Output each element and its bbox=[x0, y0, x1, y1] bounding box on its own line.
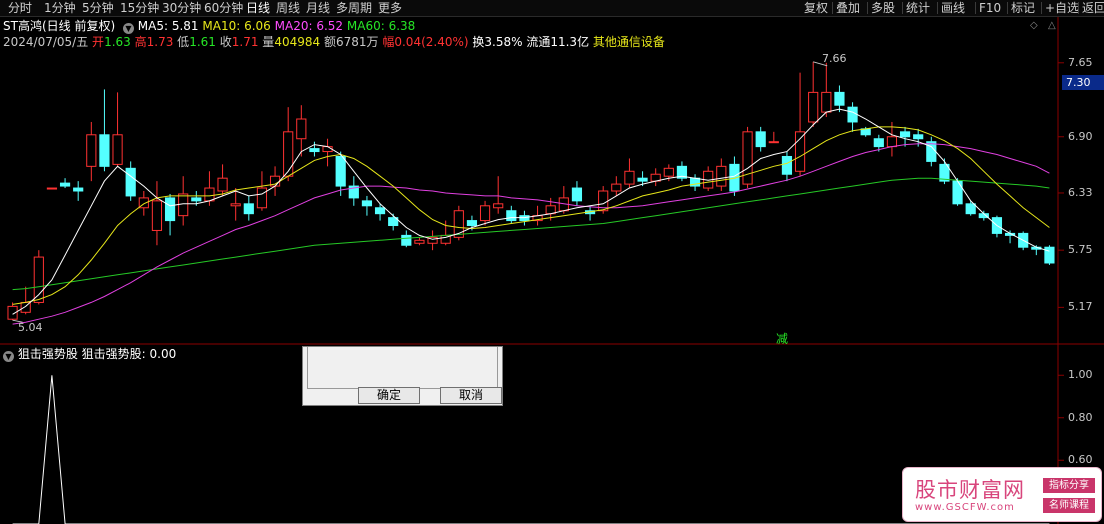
candle-body bbox=[283, 131, 294, 177]
current-price-tag: 7.30 bbox=[1062, 75, 1104, 90]
candle-body bbox=[309, 148, 320, 153]
candle-body bbox=[794, 131, 806, 172]
confirm-dialog: 确定 取消 bbox=[302, 346, 503, 406]
candle-body bbox=[755, 131, 766, 148]
candle-body bbox=[256, 187, 268, 209]
candle-body bbox=[952, 180, 963, 205]
indicator-tick-label: 1.00 bbox=[1068, 368, 1093, 382]
candle-body bbox=[926, 141, 937, 162]
candle-body bbox=[178, 193, 189, 217]
candle-body bbox=[151, 200, 163, 231]
candle-body bbox=[847, 106, 858, 123]
candle-body bbox=[637, 177, 648, 182]
candle-body bbox=[401, 234, 412, 246]
candle-body bbox=[571, 187, 583, 202]
cancel-button[interactable]: 取消 bbox=[440, 387, 502, 404]
watermark-logo: 股市财富网 www.GSCFW.com 指标分享 名师课程 bbox=[902, 467, 1102, 522]
candle-body bbox=[899, 131, 911, 138]
candle-body bbox=[663, 167, 674, 177]
candle-body bbox=[913, 134, 924, 140]
candle-body bbox=[466, 220, 478, 227]
indicator-header: ▼ 狙击强势股 狙击强势股: 0.00 bbox=[3, 346, 176, 362]
candle-body bbox=[873, 138, 884, 148]
price-tick-label: 5.17 bbox=[1068, 300, 1093, 314]
price-tick-label: 5.75 bbox=[1068, 243, 1093, 257]
candle-body bbox=[86, 134, 97, 167]
candle-body bbox=[506, 210, 517, 222]
indicator-tick-label: 0.80 bbox=[1068, 410, 1093, 424]
watermark-url: www.GSCFW.com bbox=[915, 502, 1015, 513]
low-price-marker: 5.04 bbox=[18, 321, 43, 334]
candle-body bbox=[493, 203, 504, 209]
price-tick-label: 7.65 bbox=[1068, 55, 1093, 69]
candle-body bbox=[164, 197, 176, 222]
candle-body bbox=[191, 197, 202, 202]
candle-body bbox=[821, 91, 832, 113]
candle-body bbox=[204, 187, 215, 202]
price-tick-label: 6.33 bbox=[1068, 185, 1093, 199]
candle-body bbox=[59, 182, 71, 187]
candle-body bbox=[46, 187, 58, 190]
candle-body bbox=[112, 134, 123, 165]
indicator-line bbox=[12, 375, 1050, 524]
candle-body bbox=[742, 131, 753, 185]
indicator-tick-label: 0.60 bbox=[1068, 453, 1093, 467]
candle-body bbox=[716, 165, 727, 187]
indicator-name[interactable]: 狙击强势股 bbox=[18, 347, 78, 361]
candle-body bbox=[414, 239, 425, 244]
price-tick-label: 6.90 bbox=[1068, 129, 1093, 143]
candle-body bbox=[73, 187, 84, 192]
high-price-marker: 7.66 bbox=[822, 52, 847, 65]
candle-body bbox=[99, 134, 110, 167]
candle-body bbox=[479, 205, 491, 222]
watermark-tag-share: 指标分享 bbox=[1043, 478, 1095, 493]
candle-body bbox=[361, 200, 373, 207]
ma60-line bbox=[12, 177, 1050, 291]
candle-body bbox=[965, 203, 976, 215]
candle-body bbox=[374, 207, 386, 215]
candle-body bbox=[125, 167, 136, 197]
candle-body bbox=[1044, 246, 1055, 264]
candle-body bbox=[808, 91, 819, 123]
candle-body bbox=[230, 203, 241, 207]
candle-body bbox=[834, 91, 845, 106]
indicator-value: 狙击强势股: 0.00 bbox=[81, 347, 177, 361]
candle-body bbox=[781, 155, 793, 175]
ok-button[interactable]: 确定 bbox=[358, 387, 420, 404]
kline-chart bbox=[0, 17, 1104, 524]
indicator-collapse-icon[interactable]: ▼ bbox=[3, 351, 14, 362]
candle-body bbox=[768, 141, 779, 144]
watermark-brand: 股市财富网 bbox=[915, 478, 1025, 502]
candle-body bbox=[243, 203, 254, 215]
watermark-tag-course: 名师课程 bbox=[1043, 498, 1095, 513]
candle-body bbox=[296, 118, 307, 140]
candle-body bbox=[335, 155, 346, 187]
dialog-body bbox=[307, 347, 498, 389]
candle-body bbox=[519, 215, 530, 222]
candle-body bbox=[217, 177, 228, 192]
ma20-line bbox=[12, 143, 1050, 325]
candle-body bbox=[624, 170, 635, 185]
candle-body bbox=[33, 256, 44, 303]
sell-signal-label: 减 bbox=[776, 332, 789, 346]
candle-body bbox=[611, 183, 622, 192]
candle-body bbox=[886, 136, 898, 148]
